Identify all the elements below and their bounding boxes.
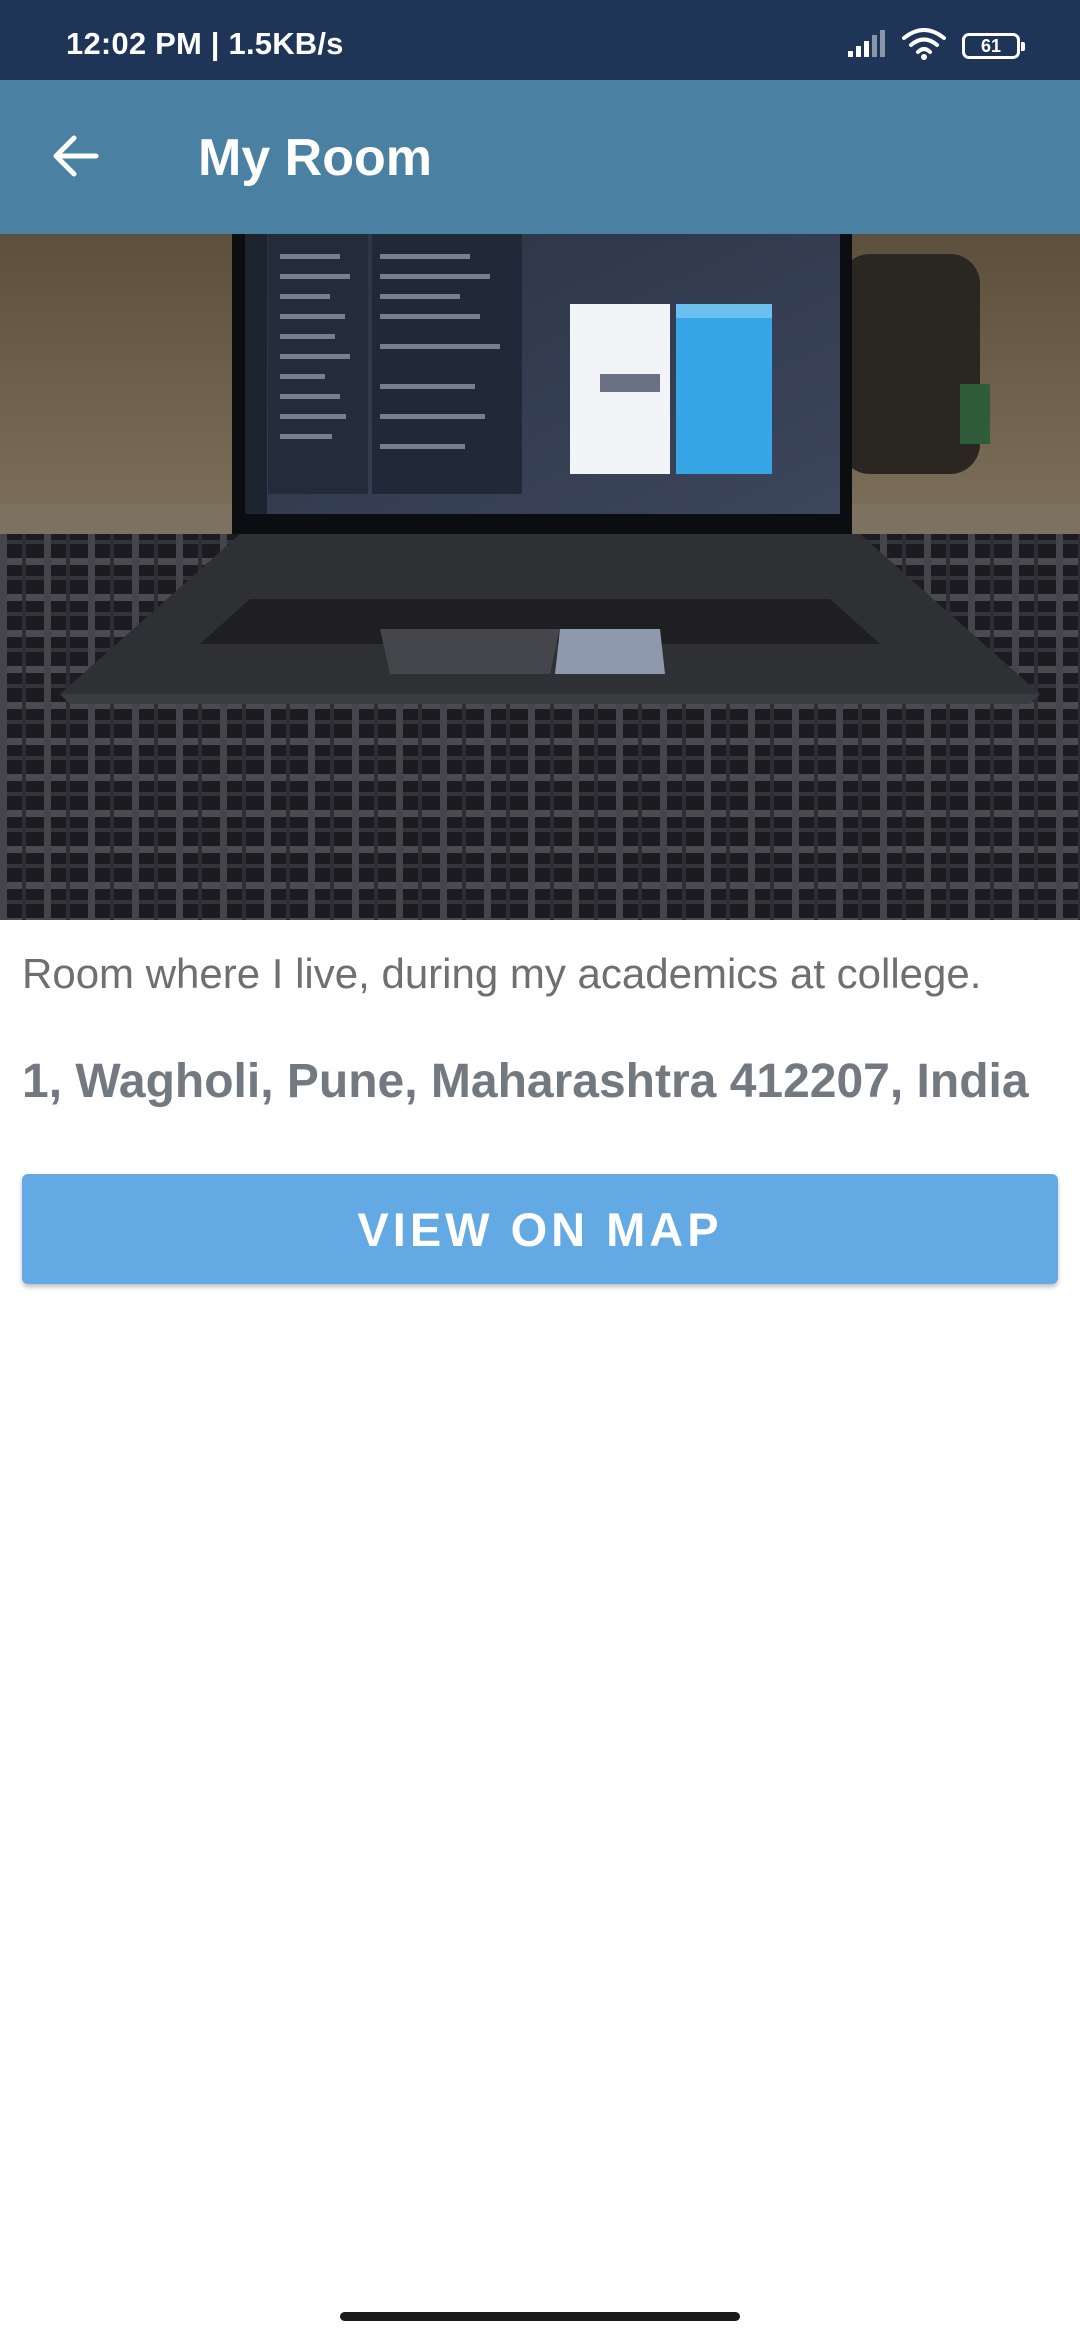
app-bar: My Room <box>0 80 1080 234</box>
battery-icon: 61 <box>962 33 1025 59</box>
back-button[interactable] <box>36 118 116 198</box>
home-indicator[interactable] <box>340 2312 740 2321</box>
place-description: Room where I live, during my academics a… <box>22 950 982 997</box>
status-bar: 12:02 PM | 1.5KB/s 61 <box>0 0 1080 80</box>
signal-icon <box>846 29 886 64</box>
view-on-map-button[interactable]: VIEW ON MAP <box>22 1174 1058 1284</box>
place-image <box>0 234 1080 920</box>
status-time-speed: 12:02 PM | 1.5KB/s <box>66 26 344 61</box>
battery-level: 61 <box>980 35 1002 56</box>
wifi-icon <box>902 27 946 65</box>
status-icons: 61 <box>846 26 1025 66</box>
place-address: 1, Wagholi, Pune, Maharashtra 412207, In… <box>22 1055 1029 1108</box>
page-title: My Room <box>198 129 432 187</box>
arrow-left-icon <box>52 134 100 183</box>
